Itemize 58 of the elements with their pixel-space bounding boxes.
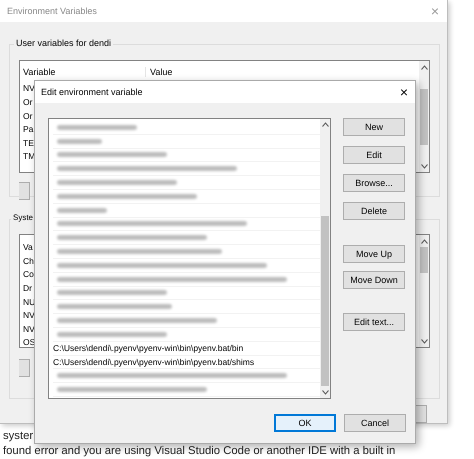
button[interactable] bbox=[416, 405, 427, 423]
blurred-entry[interactable] bbox=[57, 304, 172, 310]
path-entry[interactable]: C:\Users\dendi\.pyenv\pyenv-win\bin\pyenv.bat/bin bbox=[53, 343, 244, 354]
button[interactable] bbox=[19, 182, 30, 200]
close-button[interactable]: × bbox=[400, 84, 408, 100]
table-cell-text: TE bbox=[23, 136, 34, 150]
scroll-thumb[interactable] bbox=[420, 89, 428, 146]
page-text: found error and you are using Visual Studio Code or another IDE with a built in bbox=[3, 444, 396, 459]
blurred-entry[interactable] bbox=[57, 152, 167, 158]
group-label: Syste bbox=[11, 213, 36, 222]
scrollbar[interactable] bbox=[419, 61, 429, 172]
dialog-button[interactable]: New bbox=[343, 118, 405, 136]
scrollbar[interactable] bbox=[419, 235, 429, 348]
dialog-title: Edit environment variable bbox=[41, 87, 143, 97]
blurred-entry[interactable] bbox=[57, 249, 222, 254]
dialog-button[interactable]: Move Down bbox=[343, 271, 405, 289]
blurred-entry[interactable] bbox=[57, 235, 207, 240]
blurred-entry[interactable] bbox=[57, 262, 267, 268]
table-cell-text: Ch bbox=[23, 254, 34, 268]
blurred-entry[interactable] bbox=[57, 387, 207, 392]
blurred-entry[interactable] bbox=[57, 124, 137, 130]
scroll-thumb[interactable] bbox=[321, 216, 329, 386]
window-title: Environment Variables bbox=[7, 6, 97, 16]
column-header[interactable]: Value bbox=[150, 67, 172, 78]
blurred-entry[interactable] bbox=[57, 166, 237, 172]
blurred-entry[interactable] bbox=[57, 194, 197, 199]
group-label: User variables for dendi bbox=[14, 38, 114, 48]
table-cell-text: Co bbox=[23, 268, 34, 282]
blurred-entry[interactable] bbox=[57, 208, 107, 213]
table-cell-text: Or bbox=[23, 96, 32, 110]
blurred-entry[interactable] bbox=[57, 276, 287, 282]
blurred-entry[interactable] bbox=[57, 180, 177, 186]
dialog-button[interactable]: Edit text... bbox=[343, 313, 405, 331]
table-cell-text: Or bbox=[23, 110, 32, 123]
blurred-entry[interactable] bbox=[57, 332, 167, 337]
table-cell-text: Pa bbox=[23, 123, 34, 136]
scroll-thumb[interactable] bbox=[420, 247, 428, 274]
blurred-entry[interactable] bbox=[57, 318, 217, 324]
cancel-button[interactable]: Cancel bbox=[344, 414, 406, 432]
dialog-button[interactable]: Browse... bbox=[343, 174, 405, 192]
dialog-button[interactable]: Edit bbox=[343, 146, 405, 164]
table-cell-text: NV bbox=[23, 309, 35, 322]
blurred-entry[interactable] bbox=[57, 290, 167, 296]
table-cell-text: NV bbox=[23, 82, 35, 96]
ok-button[interactable]: OK bbox=[274, 414, 336, 432]
blurred-entry[interactable] bbox=[57, 221, 247, 226]
blurred-entry[interactable] bbox=[57, 373, 287, 378]
blurred-entry[interactable] bbox=[57, 138, 102, 144]
page-text: syster bbox=[3, 429, 34, 444]
column-header[interactable]: Variable bbox=[23, 67, 146, 78]
dialog-button[interactable]: Move Up bbox=[343, 245, 405, 263]
button[interactable] bbox=[19, 359, 30, 378]
path-entry[interactable]: C:\Users\dendi\.pyenv\pyenv-win\bin\pyenv.bat/shims bbox=[53, 356, 254, 367]
dialog-button[interactable]: Delete bbox=[343, 202, 405, 220]
table-cell-text: Dr bbox=[23, 282, 32, 295]
table-cell-text: NV bbox=[23, 322, 35, 336]
scrollbar[interactable] bbox=[320, 119, 330, 398]
table-cell-text: Va bbox=[23, 241, 33, 254]
